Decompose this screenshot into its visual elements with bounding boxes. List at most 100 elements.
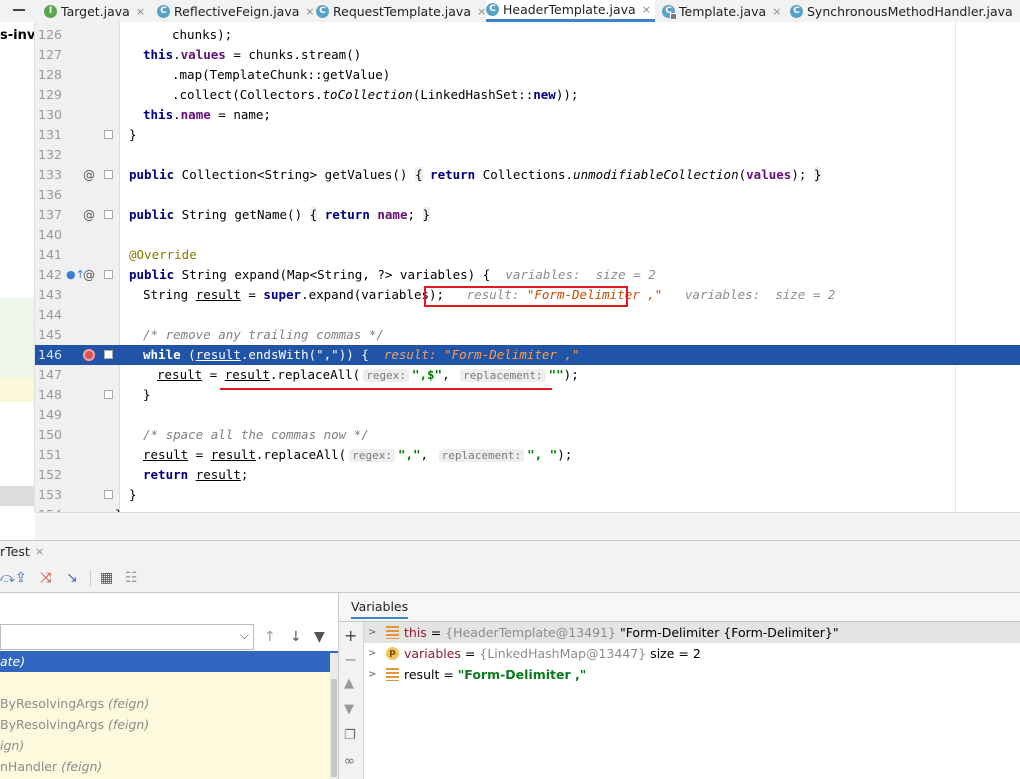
code-line[interactable]: 150 /* space all the commas now */ — [35, 425, 1020, 445]
code-line[interactable]: 130 this.name = name; — [35, 105, 1020, 125]
fold-icon[interactable] — [104, 270, 113, 279]
breakpoint-icon[interactable] — [83, 349, 95, 361]
code-token: .replaceAll( — [255, 447, 347, 462]
code-line[interactable]: 145 /* remove any trailing commas */ — [35, 325, 1020, 345]
up-arrow-icon[interactable]: ↑ — [264, 629, 276, 645]
tab-template-java[interactable]: C Template.java × — [662, 0, 781, 22]
code-token: result — [210, 447, 256, 462]
code-line[interactable]: 127 this.values = chunks.stream() — [35, 45, 1020, 65]
frames-scrollbar[interactable] — [330, 653, 338, 779]
line-number: 152 — [38, 467, 62, 482]
close-icon[interactable]: × — [136, 5, 145, 18]
code-token: ",$" — [411, 367, 443, 382]
variables-tab[interactable]: Variables — [351, 599, 409, 619]
code-line[interactable]: 147 result = result.replaceAll(regex: ",$… — [35, 365, 1020, 385]
variable-equals: = — [439, 667, 458, 682]
up-icon[interactable]: ▲ — [344, 676, 354, 691]
code-token: this — [143, 107, 174, 122]
line-number: 147 — [38, 367, 62, 382]
variable-row-result[interactable]: > result = "Form-Delimiter ," — [364, 664, 1020, 685]
code-line[interactable]: 153 } — [35, 485, 1020, 505]
frame-item[interactable]: ign) — [0, 735, 338, 756]
scrollbar-thumb[interactable] — [331, 679, 337, 777]
close-icon[interactable]: × — [642, 3, 651, 16]
code-line[interactable]: 151 result = result.replaceAll(regex: ","… — [35, 445, 1020, 465]
tab-reflectivefeign-java[interactable]: C ReflectiveFeign.java × — [157, 0, 315, 22]
close-icon[interactable]: × — [477, 5, 486, 18]
frame-item[interactable] — [0, 672, 338, 693]
down-arrow-icon[interactable]: ↓ — [290, 629, 302, 645]
frame-label: ign) — [0, 738, 25, 753]
fold-icon[interactable] — [104, 210, 113, 219]
expand-arrow-icon[interactable]: > — [368, 664, 376, 685]
code-line[interactable]: 128 .map(TemplateChunk::getValue) — [35, 65, 1020, 85]
class-icon: C — [316, 4, 329, 18]
code-line[interactable]: 154 } — [35, 505, 1020, 512]
code-line[interactable]: 142 ●↑ @ public String expand(Map<String… — [35, 265, 1020, 285]
variable-row-variables[interactable]: > p variables = {LinkedHashMap@13447} si… — [364, 643, 1020, 664]
code-token: .replaceAll( — [269, 367, 361, 382]
code-token: = — [240, 287, 264, 302]
tab-headertemplate-java[interactable]: C HeaderTemplate.java × — [486, 0, 655, 22]
minus-icon[interactable]: − — [344, 650, 357, 669]
close-icon[interactable]: × — [305, 5, 314, 18]
code-line[interactable]: 152 return result; — [35, 465, 1020, 485]
run-config-tab[interactable]: rTest — [0, 544, 30, 559]
code-line[interactable]: 141 @Override — [35, 245, 1020, 265]
debugger-toolbar: ⤼ ⇪ ⤨ ↘ ▦ ☷ — [0, 564, 1020, 593]
filter-icon[interactable]: ▼ — [314, 629, 325, 645]
override-icon[interactable]: ●↑ — [66, 265, 85, 285]
run-to-cursor-icon[interactable]: ↘ — [66, 570, 78, 586]
current-execution-line[interactable]: 146 while (result.endsWith(",")) { resul… — [35, 345, 1020, 365]
code-token: ); — [563, 367, 579, 382]
code-line[interactable]: 132 — [35, 145, 1020, 165]
fold-icon[interactable] — [104, 490, 113, 499]
line-number: 126 — [38, 27, 62, 42]
code-token: .map(TemplateChunk::getValue) — [172, 67, 391, 82]
fold-icon[interactable] — [104, 350, 113, 359]
collapse-icon[interactable] — [13, 9, 25, 11]
down-icon[interactable]: ▼ — [344, 702, 354, 717]
code-line[interactable]: 140 — [35, 225, 1020, 245]
evaluate-icon[interactable]: ▦ — [100, 570, 113, 586]
code-line[interactable]: 137 @ public String getName() { return n… — [35, 205, 1020, 225]
annotation-gutter-icon[interactable]: @ — [83, 205, 95, 225]
code-line[interactable]: 129 .collect(Collectors.toCollection(Lin… — [35, 85, 1020, 105]
variable-row-this[interactable]: > this = {HeaderTemplate@13491} "Form-De… — [364, 622, 1020, 643]
code-line[interactable]: 126 chunks); — [35, 25, 1020, 45]
frame-item[interactable]: nHandler (feign) — [0, 756, 338, 777]
fold-icon[interactable] — [104, 170, 113, 179]
change-marker — [0, 298, 34, 378]
thread-dropdown[interactable]: ⌵ — [0, 624, 254, 650]
frame-item[interactable]: ate) — [0, 651, 338, 672]
code-text: chunks); — [172, 25, 232, 45]
expand-arrow-icon[interactable]: > — [368, 622, 376, 643]
frame-item[interactable]: ByResolvingArgs (feign) — [0, 714, 338, 735]
tab-requesttemplate-java[interactable]: C RequestTemplate.java × — [316, 0, 486, 22]
code-line[interactable]: 144 — [35, 305, 1020, 325]
watch-icon[interactable]: ∞ — [344, 754, 355, 769]
editor-horizontal-scrollbar[interactable] — [35, 512, 1020, 541]
annotation-gutter-icon[interactable]: @ — [83, 265, 95, 285]
code-line[interactable]: 133 @ public Collection<String> getValue… — [35, 165, 1020, 185]
plus-icon[interactable]: + — [344, 626, 357, 645]
fold-icon[interactable] — [104, 130, 113, 139]
code-text: } — [129, 125, 137, 145]
trace-icon[interactable]: ☷ — [125, 570, 138, 586]
code-line[interactable]: 131 } — [35, 125, 1020, 145]
tab-synchronousmethodhandler-java[interactable]: C SynchronousMethodHandler.java — [790, 0, 1013, 22]
step-out-icon[interactable]: ⇪ — [15, 570, 27, 586]
copy-icon[interactable]: ❐ — [344, 728, 356, 743]
tab-target-java[interactable]: I Target.java × — [44, 0, 145, 22]
code-line[interactable]: 149 — [35, 405, 1020, 425]
close-icon[interactable]: × — [772, 5, 781, 18]
annotation-gutter-icon[interactable]: @ — [83, 165, 95, 185]
frame-item[interactable]: ByResolvingArgs (feign) — [0, 693, 338, 714]
fold-icon[interactable] — [104, 390, 113, 399]
code-line[interactable]: 136 — [35, 185, 1020, 205]
expand-arrow-icon[interactable]: > — [368, 643, 376, 664]
code-text: public String getName() { return name; } — [129, 205, 431, 225]
close-icon[interactable]: × — [35, 545, 44, 558]
drop-frame-icon[interactable]: ⤨ — [40, 570, 51, 586]
step-over-icon[interactable]: ⤼ — [0, 570, 15, 586]
